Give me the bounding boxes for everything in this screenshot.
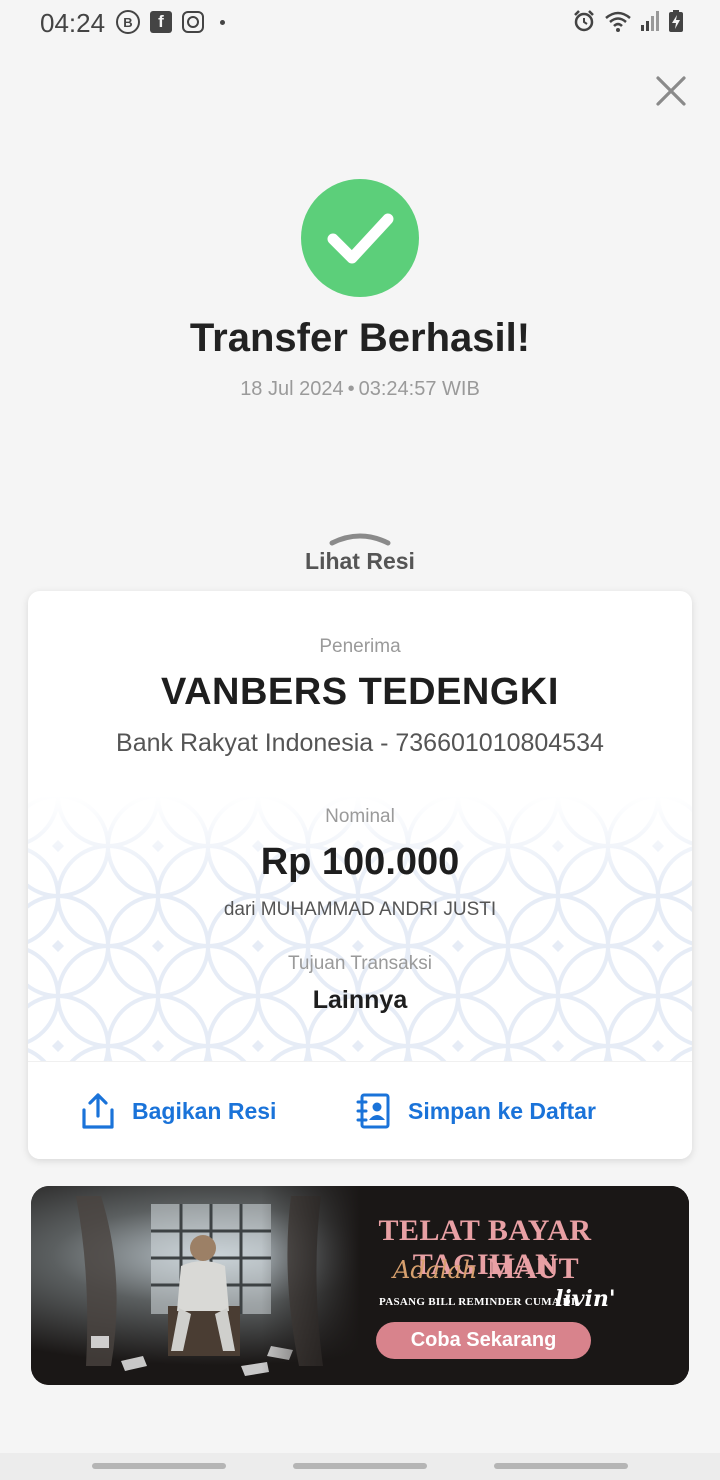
sender-name: dari MUHAMMAD ANDRI JUSTI bbox=[223, 899, 497, 920]
close-button[interactable] bbox=[652, 72, 690, 110]
contact-book-icon bbox=[356, 1093, 390, 1129]
banner-cta-button[interactable]: Coba Sekarang bbox=[376, 1322, 591, 1359]
datetime-separator: • bbox=[347, 378, 355, 400]
signal-icon bbox=[641, 11, 659, 31]
transfer-amount: Rp 100.000 bbox=[260, 841, 460, 883]
battery-charging-icon bbox=[669, 10, 683, 32]
banner-script-word: Adalah bbox=[393, 1256, 478, 1284]
facebook-icon: f bbox=[150, 11, 172, 33]
chevron-up-icon[interactable] bbox=[326, 527, 394, 549]
livin-logo: livin' bbox=[555, 1286, 616, 1312]
page-title: Transfer Berhasil! bbox=[189, 316, 531, 360]
purpose-label: Tujuan Transaksi bbox=[288, 953, 432, 974]
share-icon bbox=[82, 1093, 114, 1129]
nav-back-button[interactable] bbox=[494, 1463, 628, 1469]
dot-icon bbox=[220, 19, 225, 25]
transaction-time: 03:24:57 WIB bbox=[358, 378, 480, 400]
status-notification-icons: B f bbox=[116, 10, 225, 34]
amount-label: Nominal bbox=[325, 806, 395, 827]
recipient-label: Penerima bbox=[319, 636, 401, 657]
recipient-bank-account: Bank Rakyat Indonesia - 736601010804534 bbox=[116, 729, 604, 757]
transaction-purpose: Lainnya bbox=[312, 986, 408, 1014]
view-receipt-toggle[interactable]: Lihat Resi bbox=[0, 548, 720, 575]
save-to-list-button[interactable]: Simpan ke Daftar bbox=[356, 1062, 596, 1159]
nav-home-button[interactable] bbox=[293, 1463, 427, 1469]
banner-headline-emphasis: MAUT bbox=[487, 1252, 579, 1285]
background-pattern bbox=[28, 796, 692, 1061]
wifi-icon bbox=[605, 11, 631, 32]
close-icon bbox=[656, 76, 686, 106]
b-circle-icon: B bbox=[116, 10, 140, 34]
instagram-icon bbox=[182, 11, 204, 33]
nav-recents-button[interactable] bbox=[92, 1463, 226, 1469]
banner-headline: TELAT BAYAR TAGIHAN bbox=[378, 1214, 592, 1281]
alarm-icon bbox=[574, 10, 594, 32]
banner-subtext: PASANG BILL REMINDER CUMA DI bbox=[379, 1296, 576, 1308]
checkmark-icon bbox=[327, 213, 394, 264]
recipient-name: VANBERS TEDENGKI bbox=[161, 671, 559, 713]
save-to-list-label: Simpan ke Daftar bbox=[408, 1097, 596, 1124]
transaction-date: 18 Jul 2024 bbox=[240, 378, 344, 400]
promo-banner[interactable]: TELAT BAYAR TAGIHAN Adalah MAUT PASANG B… bbox=[31, 1186, 689, 1385]
share-receipt-label: Bagikan Resi bbox=[132, 1097, 277, 1124]
status-time: 04:24 bbox=[40, 8, 106, 38]
success-badge bbox=[301, 179, 419, 297]
share-receipt-button[interactable]: Bagikan Resi bbox=[80, 1062, 276, 1159]
status-system-icons bbox=[572, 9, 684, 33]
receipt-card: Penerima VANBERS TEDENGKI Bank Rakyat In… bbox=[28, 591, 692, 1159]
status-bar: 04:24 B f bbox=[0, 0, 720, 46]
transaction-datetime: 18 Jul 2024 • 03:24:57 WIB bbox=[0, 378, 720, 401]
receipt-actions: Bagikan Resi Simpan ke Daftar bbox=[28, 1061, 692, 1159]
